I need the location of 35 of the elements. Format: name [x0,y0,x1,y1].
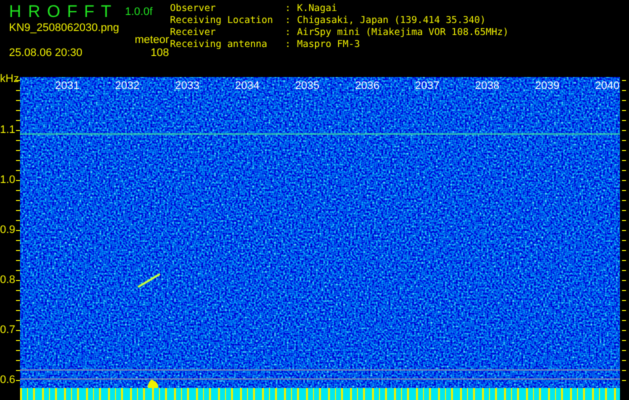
frequency-label: 1.1 [0,124,16,136]
info-value: AirSpy mini (Miakejima VOR 108.65MHz) [297,27,510,39]
frequency-label: 0.6 [0,374,16,386]
frequency-label: 0.7 [0,324,16,336]
count-label: meteor [134,34,169,47]
time-label: 2032 [115,80,140,92]
info-value: Chigasaki, Japan (139.414 35.340) [297,15,487,27]
time-label: 2039 [535,80,560,92]
frequency-label: 0.8 [0,274,16,286]
version-label: 1.0.0f [124,5,154,20]
info-separator: : [285,15,292,27]
time-label: 2035 [295,80,320,92]
app-title: H R O F F T [9,3,114,21]
datetime-label: 25.08.06 20:30 [9,47,84,61]
info-label: Observer [170,3,217,15]
info-separator: : [285,3,292,15]
info-value: K.Nagai [297,3,338,15]
time-label: 2031 [55,80,80,92]
meteor-count: 108 [150,47,169,61]
unit-label: kHz [0,73,19,85]
info-label: Receiving antenna [170,39,268,51]
time-label: 2037 [415,80,440,92]
info-value: Maspro FM-3 [297,39,361,51]
info-separator: : [285,27,292,39]
time-label: 2034 [235,80,260,92]
time-label: 2033 [175,80,200,92]
info-label: Receiving Location [170,15,274,27]
filename-label: KN9_2508062030.png [9,21,120,34]
time-label: 2038 [475,80,500,92]
frequency-label: 1.0 [0,174,16,186]
info-separator: : [285,39,292,51]
info-label: Receiver [170,27,217,39]
frequency-label: 0.9 [0,224,16,236]
time-label: 2040 [595,80,620,92]
time-label: 2036 [355,80,380,92]
